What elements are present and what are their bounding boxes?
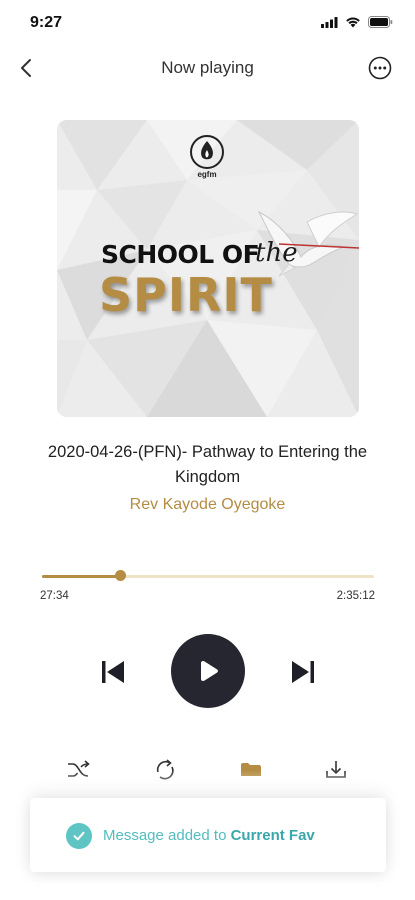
wifi-icon: [345, 15, 361, 33]
artwork-title-line2: SPIRIT: [99, 268, 273, 322]
skip-next-icon: [292, 661, 314, 683]
artwork-title-line1: SCHOOL OF: [101, 240, 260, 269]
time-total: 2:35:12: [336, 590, 375, 602]
toast-playlist-name[interactable]: Current Fav: [231, 827, 315, 844]
time-elapsed: 27:34: [40, 590, 69, 602]
check-circle-icon: [66, 823, 92, 849]
page-title: Now playing: [161, 58, 254, 77]
more-horizontal-icon: [368, 56, 392, 80]
track-artist[interactable]: Rev Kayode Oyegoke: [0, 496, 415, 514]
play-button[interactable]: [171, 634, 245, 708]
previous-button[interactable]: [96, 655, 130, 689]
status-bar: 9:27: [0, 0, 415, 46]
toast-message-prefix: Message added to: [103, 827, 227, 844]
play-icon: [201, 661, 218, 681]
skip-previous-icon: [102, 661, 124, 683]
progress-knob[interactable]: [115, 570, 126, 581]
status-time: 9:27: [30, 14, 63, 31]
flame-logo-icon: [190, 135, 224, 169]
battery-icon: [368, 15, 393, 33]
track-title: 2020-04-26-(PFN)- Pathway to Entering th…: [47, 443, 368, 486]
toast-message: Message added to Current Fav: [103, 827, 315, 844]
more-options-button[interactable]: [368, 56, 392, 80]
progress-fill: [42, 575, 120, 578]
header: Now playing: [0, 50, 415, 86]
signal-icon: [321, 15, 338, 33]
artwork-title-the: the: [255, 238, 298, 268]
toast-fade: [0, 770, 415, 800]
next-button[interactable]: [286, 655, 320, 689]
status-icons: [321, 15, 393, 33]
progress-slider[interactable]: [42, 570, 374, 581]
egfm-logo: egfm: [189, 134, 225, 179]
toast-notification: Message added to Current Fav: [30, 798, 386, 872]
logo-text: egfm: [197, 170, 217, 179]
album-artwork: egfm SCHOOL OF the SPIRIT: [57, 120, 359, 417]
